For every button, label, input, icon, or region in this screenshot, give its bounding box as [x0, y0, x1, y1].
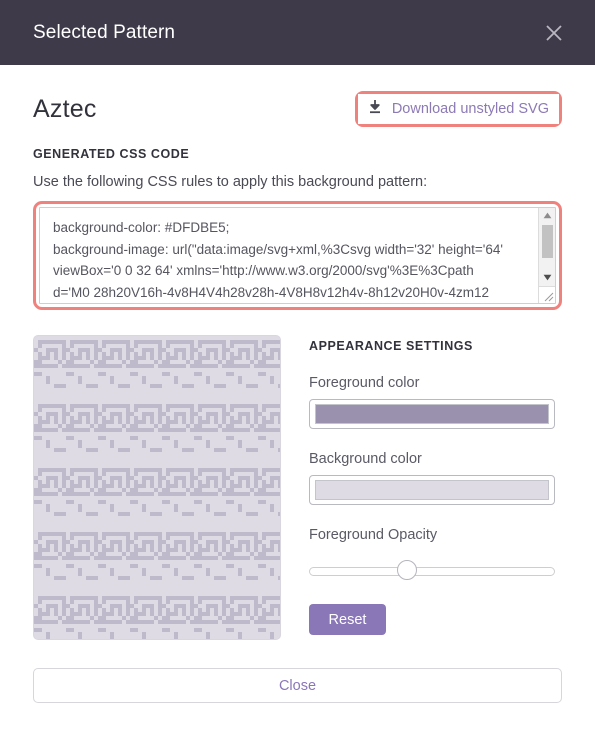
slider-track	[309, 567, 555, 576]
pattern-name: Aztec	[33, 94, 97, 123]
download-icon	[367, 99, 383, 119]
scroll-up-icon[interactable]	[539, 208, 555, 223]
modal-header: Selected Pattern	[0, 0, 595, 65]
scrollbar-thumb[interactable]	[542, 225, 553, 258]
foreground-opacity-slider[interactable]	[309, 560, 555, 582]
download-label: Download unstyled SVG	[391, 101, 549, 117]
page-title: Selected Pattern	[33, 21, 176, 43]
background-color-label: Background color	[309, 451, 422, 467]
textarea-resize-handle[interactable]	[540, 288, 554, 302]
close-button[interactable]: Close	[33, 668, 562, 703]
appearance-settings-heading: APPEARANCE SETTINGS	[309, 339, 473, 353]
pattern-settings-row: APPEARANCE SETTINGS Foreground color Bac…	[33, 335, 562, 640]
generated-css-description: Use the following CSS rules to apply thi…	[33, 174, 428, 190]
appearance-settings-panel: APPEARANCE SETTINGS Foreground color Bac…	[309, 335, 562, 640]
reset-button[interactable]: Reset	[309, 604, 386, 635]
generated-css-heading: GENERATED CSS CODE	[33, 147, 190, 161]
css-code-textarea[interactable]: background-color: #DFDBE5; background-im…	[39, 207, 556, 304]
pattern-preview	[33, 335, 281, 640]
foreground-color-label: Foreground color	[309, 375, 420, 391]
background-color-swatch	[315, 480, 549, 500]
close-icon[interactable]	[537, 16, 571, 50]
download-unstyled-svg-button[interactable]: Download unstyled SVG	[357, 94, 559, 124]
background-color-input[interactable]	[309, 475, 555, 505]
scroll-down-icon[interactable]	[539, 270, 555, 285]
download-annotation-highlight: Download unstyled SVG	[354, 91, 562, 127]
foreground-color-input[interactable]	[309, 399, 555, 429]
modal-body: Aztec Download unstyled SVG GENERATED CS…	[0, 65, 595, 640]
css-code-annotation-highlight: background-color: #DFDBE5; background-im…	[33, 201, 562, 310]
modal-footer: Close	[0, 656, 595, 742]
foreground-color-swatch	[315, 404, 549, 424]
foreground-opacity-label: Foreground Opacity	[309, 527, 438, 543]
slider-thumb[interactable]	[397, 560, 418, 580]
pattern-title-row: Aztec Download unstyled SVG	[33, 87, 562, 131]
css-code-text: background-color: #DFDBE5; background-im…	[53, 220, 503, 300]
